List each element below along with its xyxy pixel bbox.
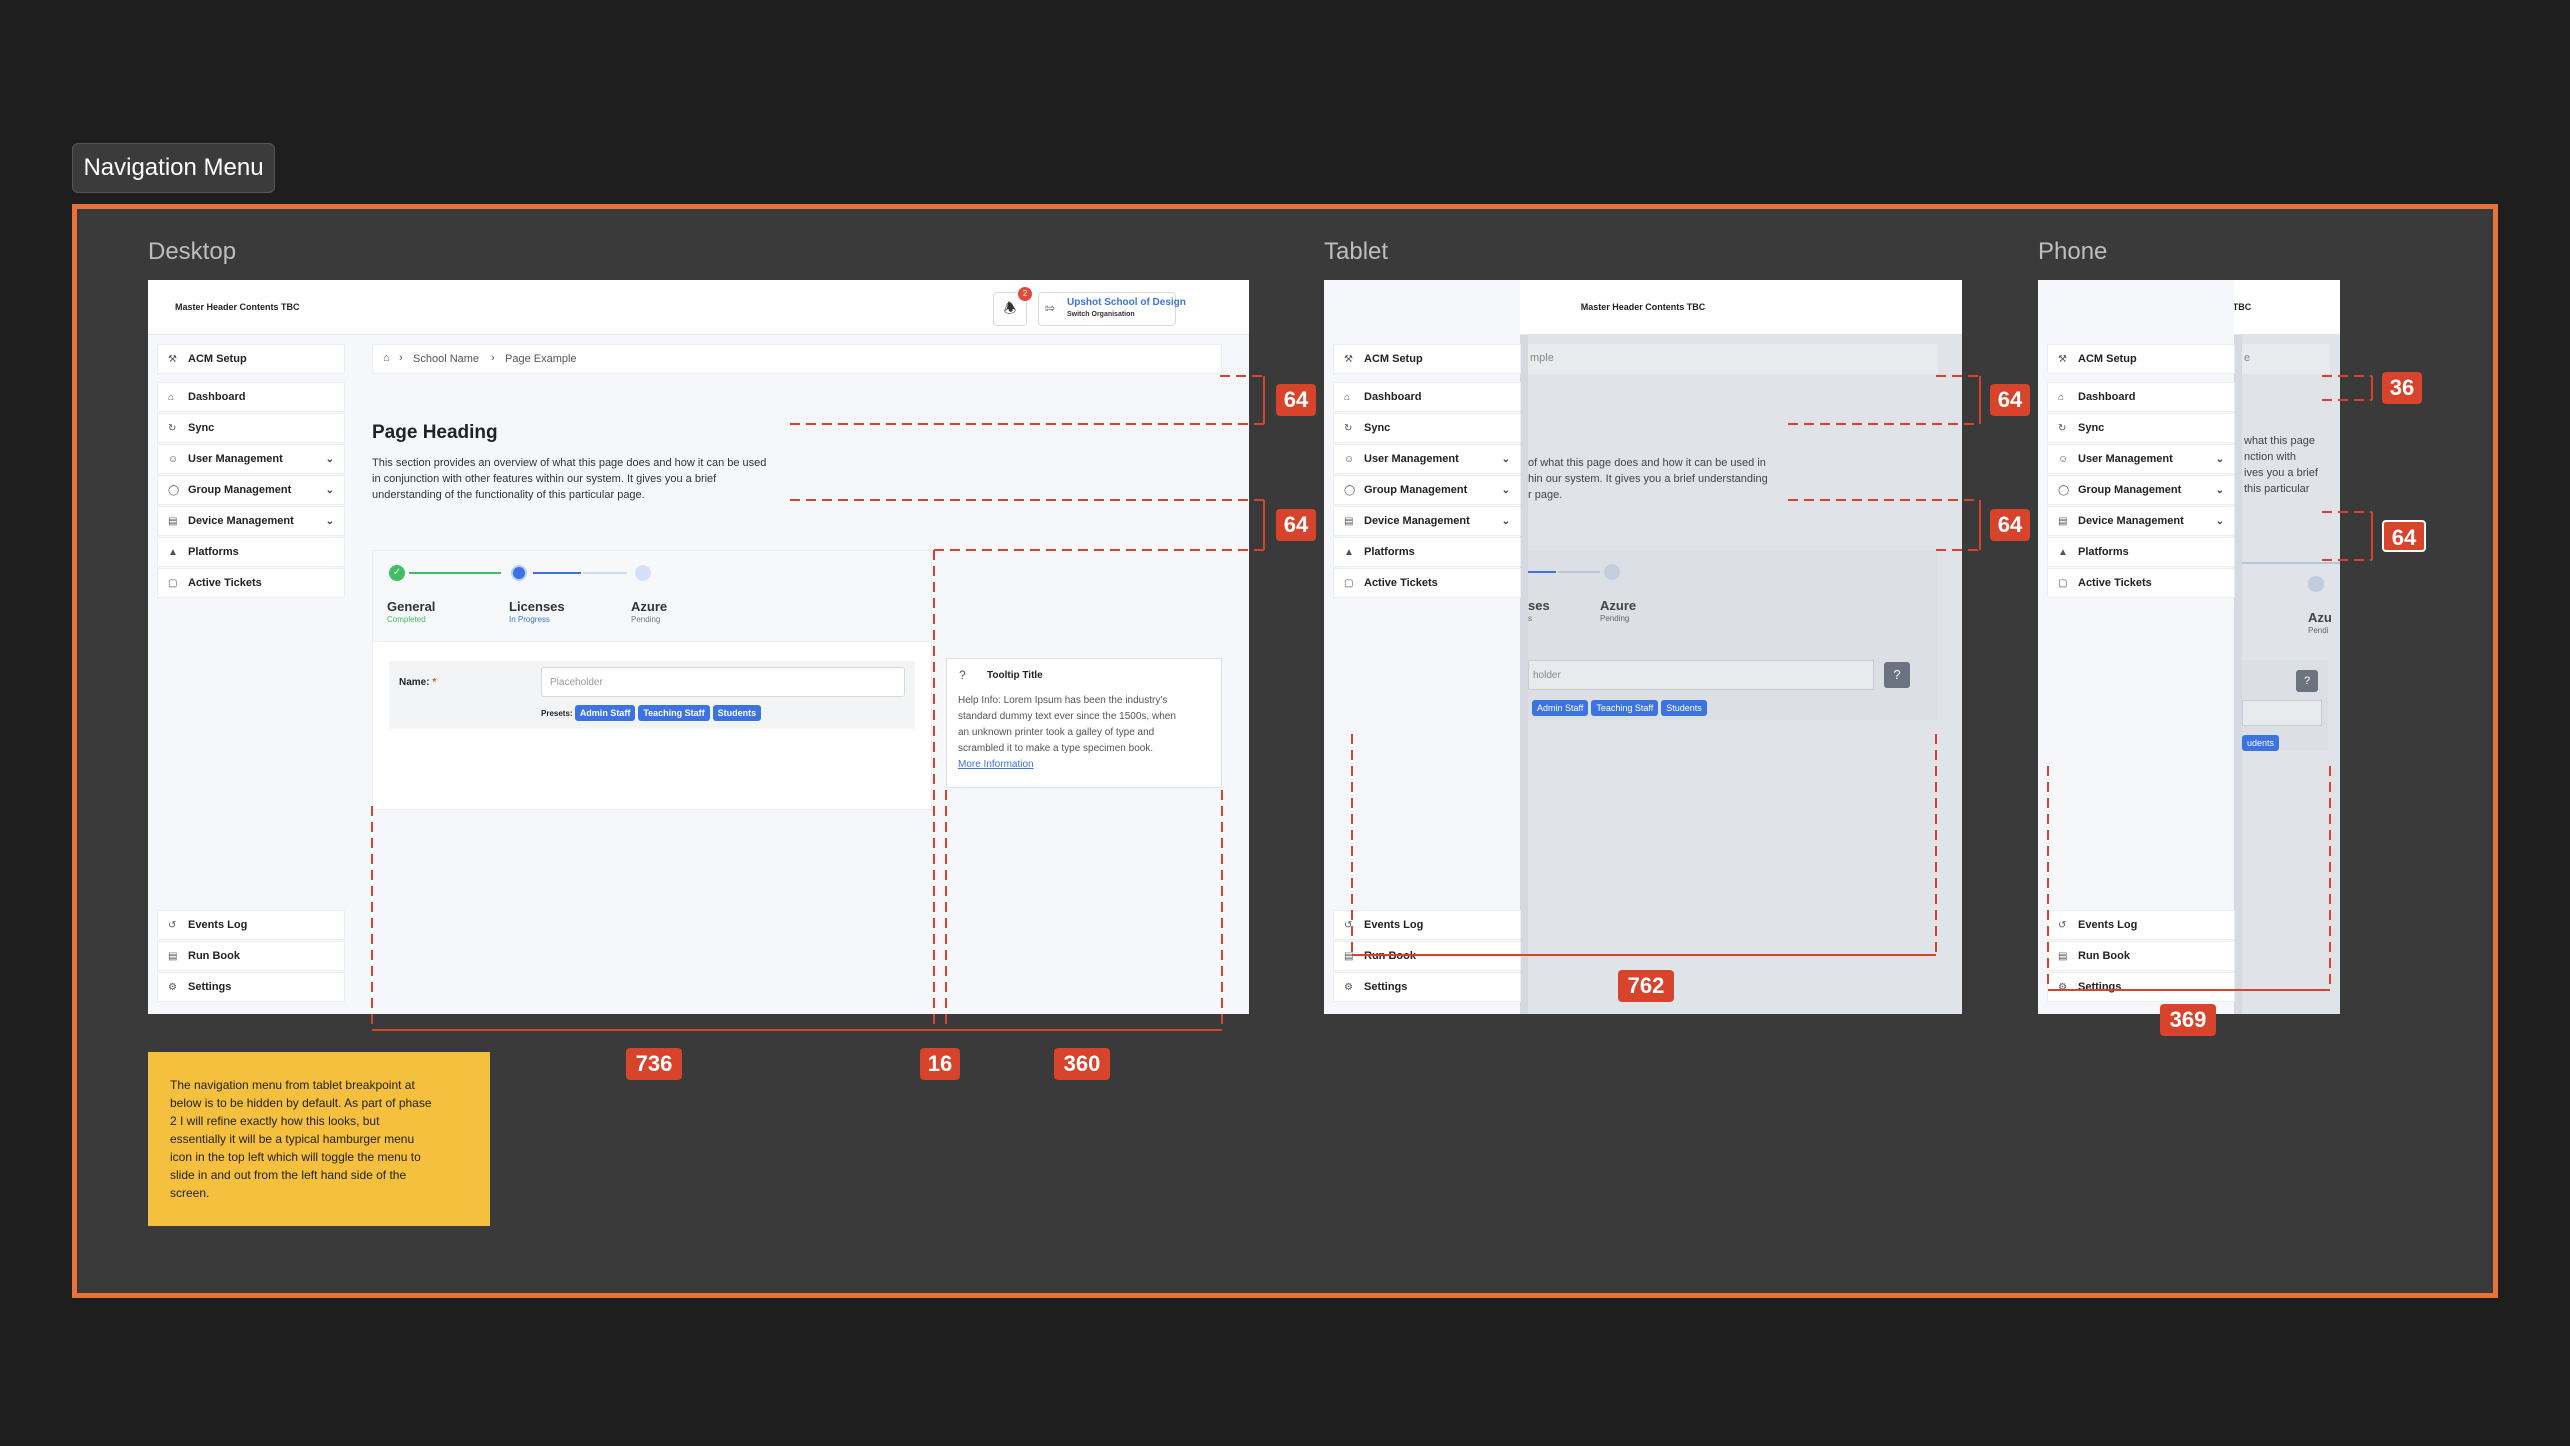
measure-phone-width: 369: [2160, 1004, 2216, 1036]
measure-tablet-top: 64: [1990, 384, 2030, 416]
measure-desktop-main-width: 736: [626, 1048, 682, 1080]
note-line: below is to be hidden by default. As par…: [170, 1096, 432, 1110]
measure-desktop-gutter: 16: [920, 1048, 960, 1080]
note-line: essentially it will be a typical hamburg…: [170, 1132, 415, 1146]
note-line: icon in the top left which will toggle t…: [170, 1150, 421, 1164]
note-line: slide in and out from the left hand side…: [170, 1168, 407, 1182]
note-line: The navigation menu from tablet breakpoi…: [170, 1078, 415, 1092]
note-line: 2 I will refine exactly how this looks, …: [170, 1114, 380, 1128]
measure-desktop-mid: 64: [1276, 509, 1316, 541]
sticky-note: The navigation menu from tablet breakpoi…: [148, 1052, 490, 1226]
measure-desktop-tooltip-width: 360: [1054, 1048, 1110, 1080]
note-line: screen.: [170, 1186, 210, 1200]
measure-tablet-width: 762: [1618, 970, 1674, 1002]
measure-phone-mid: 64: [2382, 520, 2426, 552]
measurement-lines: [371, 375, 2373, 1031]
measure-phone-top: 36: [2382, 372, 2422, 404]
measure-tablet-mid: 64: [1990, 509, 2030, 541]
measure-desktop-top: 64: [1276, 384, 1316, 416]
